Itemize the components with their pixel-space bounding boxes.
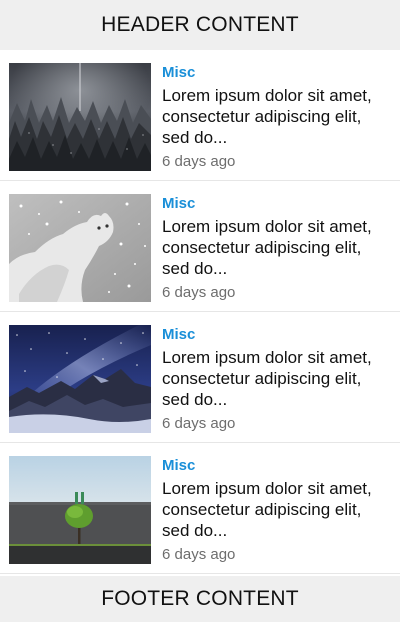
item-text: Misc Lorem ipsum dolor sit amet, consect… bbox=[162, 457, 394, 564]
item-title: Lorem ipsum dolor sit amet, consectetur … bbox=[162, 348, 372, 409]
item-title: Lorem ipsum dolor sit amet, consectetur … bbox=[162, 86, 372, 147]
item-text: Misc Lorem ipsum dolor sit amet, consect… bbox=[162, 195, 394, 302]
footer-label: FOOTER CONTENT bbox=[101, 587, 299, 610]
item-time: 6 days ago bbox=[162, 546, 236, 563]
article-list: Misc Lorem ipsum dolor sit amet, consect… bbox=[0, 50, 400, 576]
tree-by-wall-image bbox=[9, 456, 151, 564]
item-time: 6 days ago bbox=[162, 284, 236, 301]
item-category: Misc bbox=[162, 195, 196, 212]
item-title: Lorem ipsum dolor sit amet, consectetur … bbox=[162, 217, 372, 278]
list-item[interactable]: Misc Lorem ipsum dolor sit amet, consect… bbox=[0, 443, 400, 574]
item-category: Misc bbox=[162, 326, 196, 343]
item-category: Misc bbox=[162, 64, 196, 81]
header-label: HEADER CONTENT bbox=[101, 13, 299, 36]
list-item[interactable]: Misc Lorem ipsum dolor sit amet, consect… bbox=[0, 50, 400, 181]
snow-cat-image bbox=[9, 194, 151, 302]
header: HEADER CONTENT bbox=[0, 0, 400, 50]
list-item[interactable]: Misc Lorem ipsum dolor sit amet, consect… bbox=[0, 181, 400, 312]
foggy-forest-image bbox=[9, 63, 151, 171]
item-time: 6 days ago bbox=[162, 153, 236, 170]
item-text: Misc Lorem ipsum dolor sit amet, consect… bbox=[162, 326, 394, 433]
item-text: Misc Lorem ipsum dolor sit amet, consect… bbox=[162, 64, 394, 171]
item-time: 6 days ago bbox=[162, 415, 236, 432]
list-item[interactable]: Misc Lorem ipsum dolor sit amet, consect… bbox=[0, 312, 400, 443]
item-title: Lorem ipsum dolor sit amet, consectetur … bbox=[162, 479, 372, 540]
night-sky-mountains-image bbox=[9, 325, 151, 433]
item-category: Misc bbox=[162, 457, 196, 474]
footer: FOOTER CONTENT bbox=[0, 576, 400, 622]
